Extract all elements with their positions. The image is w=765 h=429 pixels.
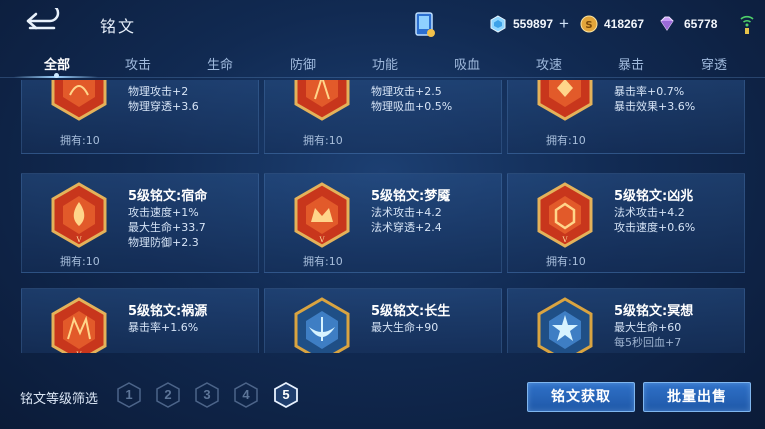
inscription-grid: 物理攻击+2 物理穿透+3.6 拥有:10 物理攻击+2.5 物理吸血+0.5%… [0, 80, 765, 353]
red-inscription-icon: V [537, 182, 593, 248]
level-number: 3 [203, 387, 211, 402]
level-filter-5[interactable]: 5 [273, 381, 299, 409]
inscription-name: 5级铭文:冥想 [614, 304, 694, 319]
level-filter-1[interactable]: 1 [116, 382, 142, 408]
category-tabs: 全部 攻击 生命 防御 功能 吸血 攻速 暴击 穿透 [0, 48, 765, 78]
inscription-name: 5级铭文:宿命 [128, 189, 208, 204]
red-inscription-icon [294, 80, 350, 121]
attribute-text: 法术穿透+2.4 [371, 221, 442, 234]
bulk-sell-button[interactable]: 批量出售 [643, 382, 751, 412]
attribute-text: 暴击率+1.6% [128, 321, 199, 334]
back-icon[interactable] [22, 8, 66, 34]
level-number: 4 [242, 387, 250, 402]
owned-count: 拥有:10 [546, 134, 586, 147]
gold-currency: S 418267 [580, 13, 644, 35]
diamond-icon [490, 15, 506, 33]
active-tab-dot [54, 73, 59, 78]
attribute-text: 最大生命+90 [371, 321, 439, 334]
tab-function[interactable]: 功能 [372, 54, 398, 73]
bottom-bar: 铭文等级筛选 1 2 3 4 5 铭文获取 批量出售 [0, 372, 765, 422]
level-number: 2 [164, 387, 172, 402]
attribute-text: 暴击效果+3.6% [614, 100, 696, 113]
add-diamond-button[interactable]: + [559, 15, 569, 32]
diamond-amount: 559897 [513, 17, 554, 31]
level-filter-4[interactable]: 4 [233, 382, 259, 408]
blue-inscription-icon [294, 297, 350, 353]
attribute-text: 最大生命+60 [614, 321, 682, 334]
owned-count: 拥有:10 [303, 255, 343, 268]
signal-icon [740, 15, 754, 34]
red-inscription-icon [537, 80, 593, 121]
red-inscription-icon: V [51, 182, 107, 248]
tab-lifesteal[interactable]: 吸血 [454, 54, 480, 73]
tab-all[interactable]: 全部 [44, 54, 70, 73]
inscription-name: 5级铭文:梦魇 [371, 189, 451, 204]
level-filter-3[interactable]: 3 [194, 382, 220, 408]
attribute-text: 物理攻击+2 [128, 85, 189, 98]
inscription-card[interactable]: V 5级铭文:凶兆 法术攻击+4.2 攻击速度+0.6% 拥有:10 [507, 173, 745, 273]
top-bar: 铭文 559897 + S 418267 65778 [0, 0, 765, 46]
svg-text:V: V [75, 351, 82, 353]
svg-text:S: S [585, 20, 592, 31]
tab-defense[interactable]: 防御 [290, 54, 316, 73]
attribute-text: 物理吸血+0.5% [371, 100, 453, 113]
attribute-text: 物理防御+2.3 [128, 236, 199, 249]
tabs-divider [0, 77, 765, 78]
svg-text:V: V [75, 236, 82, 244]
attribute-text: 法术攻击+4.2 [614, 206, 685, 219]
level-filter-2[interactable]: 2 [155, 382, 181, 408]
attribute-text: 暴击率+0.7% [614, 85, 685, 98]
attribute-text: 法术攻击+4.2 [371, 206, 442, 219]
inscription-card[interactable]: 5级铭文:长生 最大生命+90 [264, 288, 502, 353]
inscription-card[interactable]: 物理攻击+2.5 物理吸血+0.5% 拥有:10 [264, 80, 502, 154]
attribute-text: 最大生命+33.7 [128, 221, 206, 234]
owned-count: 拥有:10 [60, 134, 100, 147]
attribute-text: 物理穿透+3.6 [128, 100, 199, 113]
gold-coin-icon: S [580, 15, 598, 33]
diamond-currency: 559897 + [489, 13, 569, 35]
svg-text:V: V [561, 236, 568, 244]
red-inscription-icon: V [294, 182, 350, 248]
level-number: 5 [282, 387, 290, 402]
inscription-card[interactable]: V 5级铭文:宿命 攻击速度+1% 最大生命+33.7 物理防御+2.3 拥有:… [21, 173, 259, 273]
owned-count: 拥有:10 [60, 255, 100, 268]
owned-count: 拥有:10 [303, 134, 343, 147]
gem-icon [660, 16, 674, 31]
inscription-card[interactable]: V 5级铭文:梦魇 法术攻击+4.2 法术穿透+2.4 拥有:10 [264, 173, 502, 273]
attribute-text: 物理攻击+2.5 [371, 85, 442, 98]
svg-text:V: V [318, 236, 325, 244]
red-inscription-icon: V [51, 297, 107, 353]
level-filter-label: 铭文等级筛选 [20, 392, 99, 407]
red-inscription-icon [51, 80, 107, 121]
attribute-text: 攻击速度+0.6% [614, 221, 696, 234]
tab-critical[interactable]: 暴击 [618, 54, 644, 73]
gem-currency: 65778 [656, 13, 717, 35]
tab-attack[interactable]: 攻击 [125, 54, 151, 73]
gem-amount: 65778 [684, 17, 718, 31]
inscription-name: 5级铭文:长生 [371, 304, 451, 319]
level-number: 1 [125, 387, 133, 402]
owned-count: 拥有:10 [546, 255, 586, 268]
inscription-card[interactable]: V 5级铭文:祸源 暴击率+1.6% [21, 288, 259, 353]
attribute-text: 攻击速度+1% [128, 206, 199, 219]
attribute-text: 每5秒回血+7 [614, 336, 682, 349]
tab-health[interactable]: 生命 [207, 54, 233, 73]
gold-amount: 418267 [604, 17, 645, 31]
inscription-name: 5级铭文:祸源 [128, 304, 208, 319]
blue-inscription-icon [537, 297, 593, 353]
inscription-card-icon[interactable] [414, 11, 436, 39]
inscription-name: 5级铭文:凶兆 [614, 189, 694, 204]
inscription-card[interactable]: 物理攻击+2 物理穿透+3.6 拥有:10 [21, 80, 259, 154]
tab-penetration[interactable]: 穿透 [701, 54, 727, 73]
page-title: 铭文 [100, 17, 137, 36]
inscription-card[interactable]: 暴击率+0.7% 暴击效果+3.6% 拥有:10 [507, 80, 745, 154]
inscription-card[interactable]: 5级铭文:冥想 最大生命+60 每5秒回血+7 [507, 288, 745, 353]
acquire-inscription-button[interactable]: 铭文获取 [527, 382, 635, 412]
tab-attack-speed[interactable]: 攻速 [536, 54, 562, 73]
